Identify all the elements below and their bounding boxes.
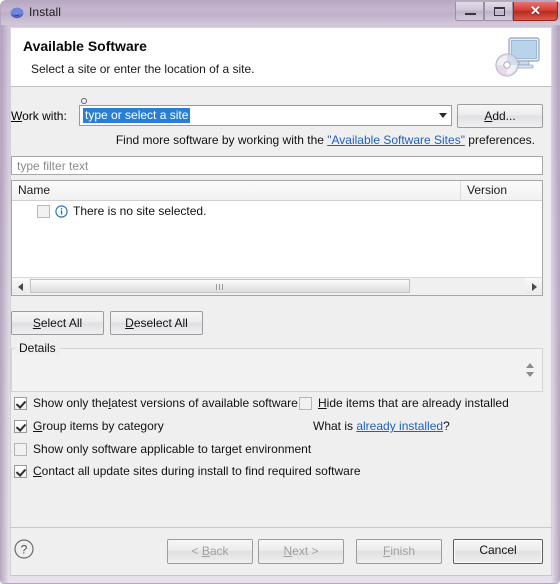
chevron-down-icon[interactable] — [439, 113, 447, 118]
checkbox-contact-update-sites[interactable] — [14, 464, 27, 478]
available-software-sites-link[interactable]: "Available Software Sites" — [327, 133, 465, 147]
minimize-icon — [465, 13, 476, 15]
details-legend: Details — [15, 341, 60, 355]
spinner-up-icon[interactable] — [526, 363, 534, 368]
details-scroll-spinner[interactable] — [525, 361, 536, 380]
option-label-post: ontact all update sites during install t… — [41, 464, 361, 478]
close-button[interactable]: ✕ — [513, 2, 558, 21]
option-show-latest-versions[interactable]: Show only the l atest versions of availab… — [14, 396, 298, 410]
page-title: Available Software — [23, 38, 147, 54]
option-label-mnemonic: S — [33, 442, 42, 456]
wizard-banner: Available Software Select a site or ente… — [10, 27, 552, 87]
checkbox-group-by-category[interactable] — [14, 419, 27, 433]
available-software-sites-hint: Find more software by working with the "… — [1, 133, 543, 147]
title-bar[interactable]: Install ✕ — [1, 1, 560, 25]
work-with-label-rest: ork with: — [22, 109, 67, 123]
scrollbar-grip-icon — [216, 284, 225, 290]
deselect-all-mnemonic: D — [125, 316, 134, 330]
install-dialog-window: Install ✕ Available Software Select a si… — [0, 0, 560, 584]
option-label-mnemonic: C — [33, 464, 42, 478]
maximize-button[interactable] — [484, 2, 513, 21]
table-row[interactable]: There is no site selected. — [12, 201, 542, 221]
column-header-version[interactable]: Version — [467, 183, 507, 197]
back-button-label: ack — [209, 544, 229, 558]
option-contact-update-sites[interactable]: Contact all update sites during install … — [14, 464, 361, 478]
software-table[interactable]: Name Version There is no site selected. — [11, 180, 543, 296]
close-icon: ✕ — [530, 3, 541, 18]
option-target-environment[interactable]: Show only software applicable to target … — [14, 442, 311, 456]
option-label-post: how only software applicable to target e… — [41, 442, 312, 456]
work-with-indicator-icon — [81, 98, 87, 104]
select-all-button[interactable]: Select All — [11, 311, 104, 335]
add-site-button[interactable]: Add... — [457, 104, 543, 128]
finish-button-label: inish — [390, 544, 416, 558]
scroll-right-button[interactable] — [525, 278, 542, 294]
window-right-edge — [551, 1, 559, 583]
work-with-combo[interactable]: type or select a site — [79, 105, 452, 126]
work-with-mnemonic: W — [11, 109, 23, 123]
details-group — [11, 348, 543, 392]
checkbox-hide-already-installed[interactable] — [299, 396, 312, 410]
back-button-mnemonic: B — [201, 544, 210, 558]
table-horizontal-scrollbar[interactable] — [12, 277, 542, 295]
select-all-mnemonic: S — [32, 316, 41, 330]
window-left-edge — [1, 1, 9, 583]
window-title: Install — [29, 5, 62, 19]
scrollbar-thumb[interactable] — [30, 279, 410, 293]
option-group-by-category[interactable]: Group items by category — [14, 419, 164, 433]
minimize-button[interactable] — [455, 2, 484, 21]
filter-input[interactable]: type filter text — [11, 156, 543, 175]
what-is-suffix: ? — [443, 419, 450, 433]
what-is-already-installed: What is already installed? — [313, 419, 450, 433]
what-is-prefix: What is — [313, 419, 357, 433]
option-label-pre: Show only the — [33, 396, 109, 410]
cancel-button[interactable]: Cancel — [453, 539, 543, 564]
select-all-label: elect All — [40, 316, 83, 330]
checkbox-show-latest-versions[interactable] — [14, 396, 27, 410]
hint-text-after: preferences. — [464, 133, 535, 147]
hint-text-before: Find more software by working with the — [115, 133, 328, 147]
option-label-post: atest versions of available software — [111, 396, 298, 410]
scroll-left-button[interactable] — [12, 278, 29, 294]
checkbox-target-environment[interactable] — [14, 442, 27, 456]
finish-button[interactable]: Finish — [356, 539, 442, 564]
svg-text:?: ? — [21, 543, 28, 557]
window-controls: ✕ — [455, 2, 558, 21]
eclipse-globe-icon — [10, 6, 24, 20]
work-with-value: type or select a site — [83, 108, 191, 123]
dialog-content-panel — [10, 87, 552, 527]
row-label: There is no site selected. — [73, 204, 207, 218]
option-label-mnemonic: G — [33, 419, 43, 433]
option-label-post: ide items that are already installed — [326, 396, 509, 410]
add-button-label: dd... — [492, 109, 516, 123]
deselect-all-label: eselect All — [133, 316, 188, 330]
spinner-down-icon[interactable] — [526, 372, 534, 377]
info-icon — [55, 204, 68, 218]
column-divider[interactable] — [460, 181, 461, 200]
option-label-mnemonic: H — [318, 396, 327, 410]
work-with-label: Work with: — [11, 109, 67, 123]
row-checkbox[interactable] — [37, 204, 50, 218]
option-hide-already-installed[interactable]: Hide items that are already installed — [299, 396, 509, 410]
install-monitor-disc-icon — [491, 32, 543, 84]
next-button-label: ext > — [292, 544, 319, 558]
next-button-mnemonic: N — [283, 544, 293, 558]
back-button-prefix: < — [191, 544, 202, 558]
table-header: Name Version — [12, 181, 542, 201]
page-subtitle: Select a site or enter the location of a… — [31, 62, 255, 76]
next-button[interactable]: Next > — [258, 539, 344, 564]
back-button[interactable]: < Back — [167, 539, 253, 564]
already-installed-link[interactable]: already installed — [356, 419, 443, 433]
column-header-name[interactable]: Name — [18, 183, 50, 197]
help-question-icon[interactable]: ? — [13, 538, 35, 560]
maximize-icon — [494, 7, 505, 16]
deselect-all-button[interactable]: Deselect All — [110, 311, 203, 335]
option-label-post: roup items by category — [42, 419, 164, 433]
filter-placeholder: type filter text — [17, 159, 89, 173]
